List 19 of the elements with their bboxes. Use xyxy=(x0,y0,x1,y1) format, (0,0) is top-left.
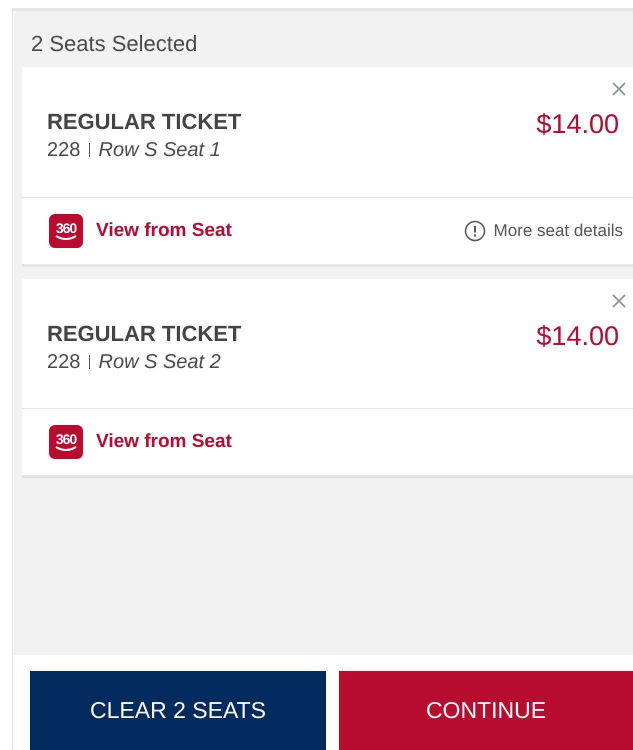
view-360-icon: 360 xyxy=(49,425,83,459)
seat-location: 228 Row S Seat 2 xyxy=(47,351,222,374)
seat-details-link[interactable]: More seat details xyxy=(464,220,623,242)
info-icon xyxy=(464,220,486,242)
view-360-icon: 360 xyxy=(49,214,83,248)
continue-button[interactable]: CONTINUE xyxy=(339,671,633,750)
ticket-type: REGULAR TICKET xyxy=(47,321,242,347)
ticket-price: $14.00 xyxy=(536,109,619,140)
view-from-seat-link[interactable]: 360 View from Seat xyxy=(49,214,232,248)
selection-title: 2 Seats Selected xyxy=(30,30,198,58)
close-button[interactable] xyxy=(611,293,627,309)
ticket-price: $14.00 xyxy=(536,321,619,352)
close-icon xyxy=(611,81,627,97)
seat-location: 228 Row S Seat 1 xyxy=(47,139,222,162)
clear-seats-button[interactable]: CLEAR 2 SEATS xyxy=(30,671,326,750)
view-from-seat-link[interactable]: 360 View from Seat xyxy=(49,425,232,459)
close-icon xyxy=(611,293,627,309)
close-button[interactable] xyxy=(611,81,627,97)
ticket-type: REGULAR TICKET xyxy=(47,109,242,135)
